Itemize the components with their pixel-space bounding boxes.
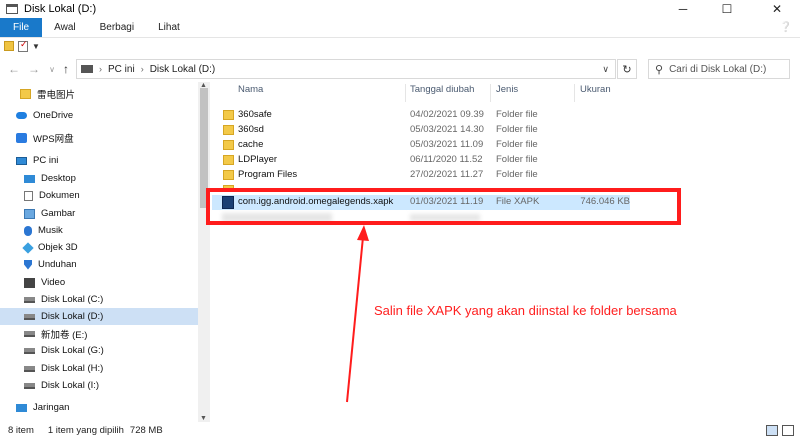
- nav-item-drive-h[interactable]: Disk Lokal (H:): [0, 360, 198, 377]
- nav-item-drive-i[interactable]: Disk Lokal (I:): [0, 377, 198, 394]
- column-divider[interactable]: [574, 84, 575, 102]
- nav-item-pc[interactable]: PC ini: [0, 152, 198, 169]
- new-folder-icon[interactable]: [4, 41, 14, 51]
- folder-icon: [20, 88, 31, 99]
- network-icon: [16, 403, 27, 412]
- annotation-text: Salin file XAPK yang akan diinstal ke fo…: [374, 303, 677, 318]
- nav-item-3d-objects[interactable]: Objek 3D: [0, 239, 198, 256]
- nav-item-downloads[interactable]: Unduhan: [0, 256, 198, 273]
- folder-icon: [223, 170, 234, 180]
- table-row[interactable]: 360safe 04/02/2021 09.39 Folder file: [212, 108, 800, 123]
- nav-item-drive-g[interactable]: Disk Lokal (G:): [0, 342, 198, 359]
- nav-item-onedrive[interactable]: OneDrive: [0, 107, 198, 124]
- column-header-name[interactable]: Nama: [238, 84, 263, 95]
- customize-toolbar-icon[interactable]: ▼: [32, 42, 40, 51]
- music-icon: [24, 225, 32, 236]
- ribbon-tabs: File Awal Berbagi Lihat ❔: [0, 18, 800, 38]
- nav-item-network[interactable]: Jaringan: [0, 399, 198, 416]
- folder-icon: [223, 155, 234, 165]
- maximize-button[interactable]: ☐: [704, 0, 750, 18]
- annotation-highlight-box: [206, 188, 681, 225]
- address-bar[interactable]: › PC ini › Disk Lokal (D:) ∨: [76, 59, 616, 79]
- navigation-pane: 雷电图片 OneDrive WPS网盘 PC ini Desktop Dokum…: [0, 82, 198, 422]
- download-icon: [24, 259, 32, 270]
- column-divider[interactable]: [490, 84, 491, 102]
- back-button[interactable]: ←: [6, 59, 22, 79]
- up-button[interactable]: ↑: [58, 59, 74, 79]
- nav-item-drive-d[interactable]: Disk Lokal (D:): [0, 308, 198, 325]
- document-icon: [24, 190, 33, 201]
- nav-item-documents[interactable]: Dokumen: [0, 187, 198, 204]
- table-row[interactable]: 360sd 05/03/2021 14.30 Folder file: [212, 123, 800, 138]
- nav-item-drive-e[interactable]: 新加卷 (E:): [0, 325, 198, 342]
- properties-icon[interactable]: [18, 39, 28, 52]
- help-icon[interactable]: ❔: [780, 18, 792, 37]
- table-row[interactable]: LDPlayer 06/11/2020 11.52 Folder file: [212, 153, 800, 168]
- nav-item-desktop[interactable]: Desktop: [0, 170, 198, 187]
- breadcrumb-pc[interactable]: PC ini: [108, 64, 135, 75]
- refresh-button[interactable]: ↻: [617, 59, 637, 79]
- selection-size: 728 MB: [129, 424, 163, 436]
- desktop-icon: [24, 174, 35, 183]
- scroll-down-icon[interactable]: ▼: [200, 415, 207, 422]
- search-placeholder: Cari di Disk Lokal (D:): [669, 63, 767, 75]
- chevron-down-icon[interactable]: ∨: [602, 64, 609, 75]
- column-divider[interactable]: [405, 84, 406, 102]
- tab-berbagi[interactable]: Berbagi: [88, 18, 146, 37]
- quick-access-toolbar: ▼: [0, 38, 800, 54]
- close-button[interactable]: ✕: [754, 0, 800, 18]
- details-view-icon[interactable]: [766, 425, 778, 436]
- nav-item-leidian-pictures[interactable]: 雷电图片: [0, 85, 198, 102]
- selection-count: 1 item yang dipilih: [47, 424, 124, 436]
- nav-item-music[interactable]: Musik: [0, 222, 198, 239]
- breadcrumb-separator-icon[interactable]: ›: [141, 64, 144, 74]
- pc-icon: [16, 156, 27, 165]
- tab-file[interactable]: File: [0, 18, 43, 37]
- navigation-scrollbar[interactable]: ▲ ▼: [198, 82, 210, 422]
- column-header-date[interactable]: Tanggal diubah: [410, 84, 474, 95]
- address-row: ← → ∨ ↑ › PC ini › Disk Lokal (D:) ∨ ↻ ⚲…: [0, 56, 800, 82]
- drive-icon: [24, 330, 35, 337]
- tab-awal[interactable]: Awal: [42, 18, 88, 37]
- nav-item-wps[interactable]: WPS网盘: [0, 129, 198, 146]
- video-icon: [24, 277, 35, 288]
- column-header-size[interactable]: Ukuran: [580, 84, 611, 95]
- table-row[interactable]: cache 05/03/2021 11.09 Folder file: [212, 138, 800, 153]
- file-list: Nama Tanggal diubah Jenis Ukuran 360safe…: [212, 82, 800, 422]
- drive-icon: [24, 296, 35, 303]
- status-bar: 8 item 1 item yang dipilih 728 MB: [0, 422, 800, 438]
- tab-lihat[interactable]: Lihat: [146, 18, 192, 37]
- wps-icon: [16, 132, 27, 143]
- pc-icon: [81, 65, 93, 73]
- window-title: Disk Lokal (D:): [24, 3, 97, 15]
- folder-icon: [223, 110, 234, 120]
- nav-item-videos[interactable]: Video: [0, 274, 198, 291]
- column-header-type[interactable]: Jenis: [496, 84, 518, 95]
- explorer-icon: [6, 4, 18, 14]
- drive-icon: [24, 365, 35, 372]
- onedrive-icon: [16, 112, 27, 119]
- table-row[interactable]: Program Files 27/02/2021 11.27 Folder fi…: [212, 168, 800, 183]
- breadcrumb-drive[interactable]: Disk Lokal (D:): [150, 64, 216, 75]
- nav-item-drive-c[interactable]: Disk Lokal (C:): [0, 291, 198, 308]
- drive-icon: [24, 347, 35, 354]
- drive-icon: [24, 313, 35, 320]
- search-icon: ⚲: [655, 63, 664, 76]
- breadcrumb-separator-icon[interactable]: ›: [99, 64, 102, 74]
- drive-icon: [24, 382, 35, 389]
- folder-icon: [223, 140, 234, 150]
- picture-icon: [24, 208, 35, 219]
- minimize-button[interactable]: ─: [660, 0, 706, 18]
- item-count: 8 item: [8, 424, 34, 436]
- forward-button[interactable]: →: [26, 59, 42, 79]
- search-input[interactable]: ⚲ Cari di Disk Lokal (D:): [648, 59, 790, 79]
- large-icons-view-icon[interactable]: [782, 425, 794, 436]
- nav-item-pictures[interactable]: Gambar: [0, 205, 198, 222]
- folder-icon: [223, 125, 234, 135]
- 3d-object-icon: [22, 241, 34, 254]
